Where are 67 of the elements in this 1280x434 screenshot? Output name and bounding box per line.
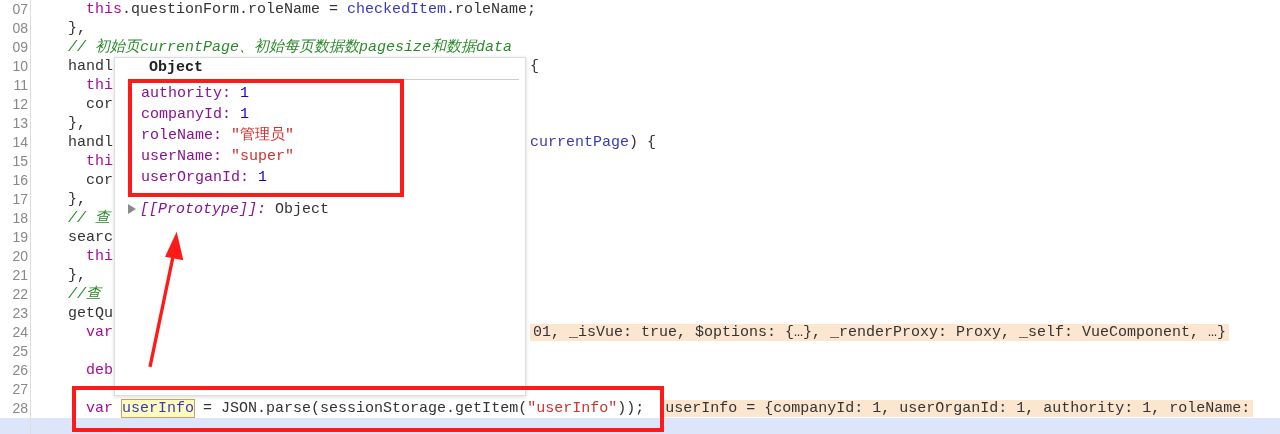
property-name: companyId:: [141, 106, 231, 123]
line-number: 08: [0, 19, 31, 38]
property-name: roleName:: [141, 127, 222, 144]
expand-triangle-icon[interactable]: [128, 204, 136, 214]
code-text: {: [530, 58, 539, 75]
code-comment: // 查: [68, 210, 111, 227]
code-text: },: [68, 191, 87, 208]
line-number: 07: [0, 0, 31, 19]
inline-value: 01, _isVue: true, $options: {…}, _renderProxy: Proxy, _self: VueComponent, …}: [530, 324, 1230, 341]
code-text: .questionForm.roleName =: [122, 1, 340, 18]
property-name: userOrganId:: [141, 169, 250, 186]
number-value: 1: [240, 85, 250, 102]
identifier: checkedItem: [347, 1, 447, 18]
hovered-variable: userInfo: [122, 400, 195, 417]
code-text: getQu: [68, 305, 114, 322]
inline-value: userInfo = {companyId: 1, userOrganId: 1, authority: 1, roleName:: [662, 400, 1254, 417]
keyword: var: [86, 400, 114, 417]
code-comment: // 初始页currentPage、初始每页数据数pagesize和数据data: [68, 39, 513, 56]
number-value: 1: [240, 106, 250, 123]
property-name: authority:: [141, 85, 231, 102]
string-literal: "userInfo": [527, 400, 618, 417]
prototype-label: [[Prototype]]:: [140, 200, 267, 218]
line-number: 16: [0, 171, 31, 190]
line-number: 20: [0, 247, 31, 266]
popup-title: Object: [149, 59, 519, 80]
keyword: deb: [86, 362, 114, 379]
code-text: handl: [68, 134, 114, 151]
number-value: 1: [258, 169, 268, 186]
line-number: 13: [0, 114, 31, 133]
line-number: 23: [0, 304, 31, 323]
line-number: 10: [0, 57, 31, 76]
line-number: 26: [0, 361, 31, 380]
line-number: 25: [0, 342, 31, 361]
code-text: = JSON.parse(sessionStorage.getItem(: [203, 400, 528, 417]
keyword: thi: [86, 77, 114, 94]
prototype-value: Object: [275, 200, 330, 218]
code-text: .roleName;: [446, 1, 537, 18]
line-number: 15: [0, 152, 31, 171]
keyword: thi: [86, 153, 114, 170]
property-name: userName:: [141, 148, 222, 165]
code-text: ));: [617, 400, 645, 417]
code-text: cor: [86, 172, 114, 189]
line-number: 09: [0, 38, 31, 57]
keyword: this: [86, 1, 123, 18]
line-number: 14: [0, 133, 31, 152]
code-text: },: [68, 115, 87, 132]
identifier: currentPage: [530, 134, 630, 151]
line-number: 17: [0, 190, 31, 209]
code-text: searc: [68, 229, 114, 246]
code-text: },: [68, 267, 87, 284]
keyword: thi: [86, 248, 114, 265]
line-number: 27: [0, 380, 31, 399]
line-number: 18: [0, 209, 31, 228]
code-comment: //查: [68, 286, 102, 303]
line-number: 12: [0, 95, 31, 114]
string-value: "管理员": [231, 127, 295, 144]
line-number: 11: [0, 76, 31, 95]
code-text: cor: [86, 96, 114, 113]
line-number: 24: [0, 323, 31, 342]
code-text: },: [68, 20, 87, 37]
line-number: 19: [0, 228, 31, 247]
string-value: "super": [231, 148, 295, 165]
code-text: handl: [68, 58, 114, 75]
keyword: var: [86, 324, 114, 341]
code-text: ) {: [629, 134, 657, 151]
line-number: 22: [0, 285, 31, 304]
line-number: 21: [0, 266, 31, 285]
